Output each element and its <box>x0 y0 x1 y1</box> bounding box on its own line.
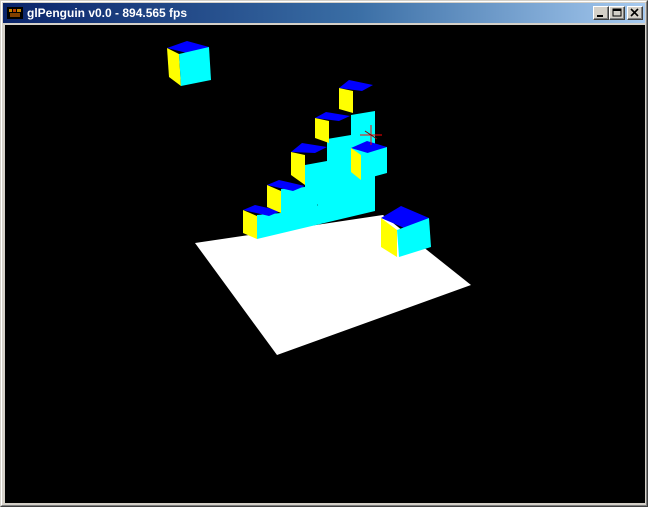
cube <box>167 41 211 86</box>
minimize-icon <box>597 15 603 17</box>
maximize-icon <box>612 8 622 17</box>
app-icon[interactable] <box>7 6 23 20</box>
minimize-button[interactable] <box>593 6 609 20</box>
scene-canvas <box>167 41 471 355</box>
cube <box>339 80 373 113</box>
app-window: glPenguin v0.0 - 894.565 fps <box>0 0 648 507</box>
cube <box>351 141 387 180</box>
window-title: glPenguin v0.0 - 894.565 fps <box>27 6 188 20</box>
close-icon <box>630 8 639 17</box>
maximize-button[interactable] <box>609 6 625 20</box>
close-button[interactable] <box>627 6 643 20</box>
opengl-viewport[interactable] <box>5 25 645 503</box>
title-bar[interactable]: glPenguin v0.0 - 894.565 fps <box>3 3 645 23</box>
